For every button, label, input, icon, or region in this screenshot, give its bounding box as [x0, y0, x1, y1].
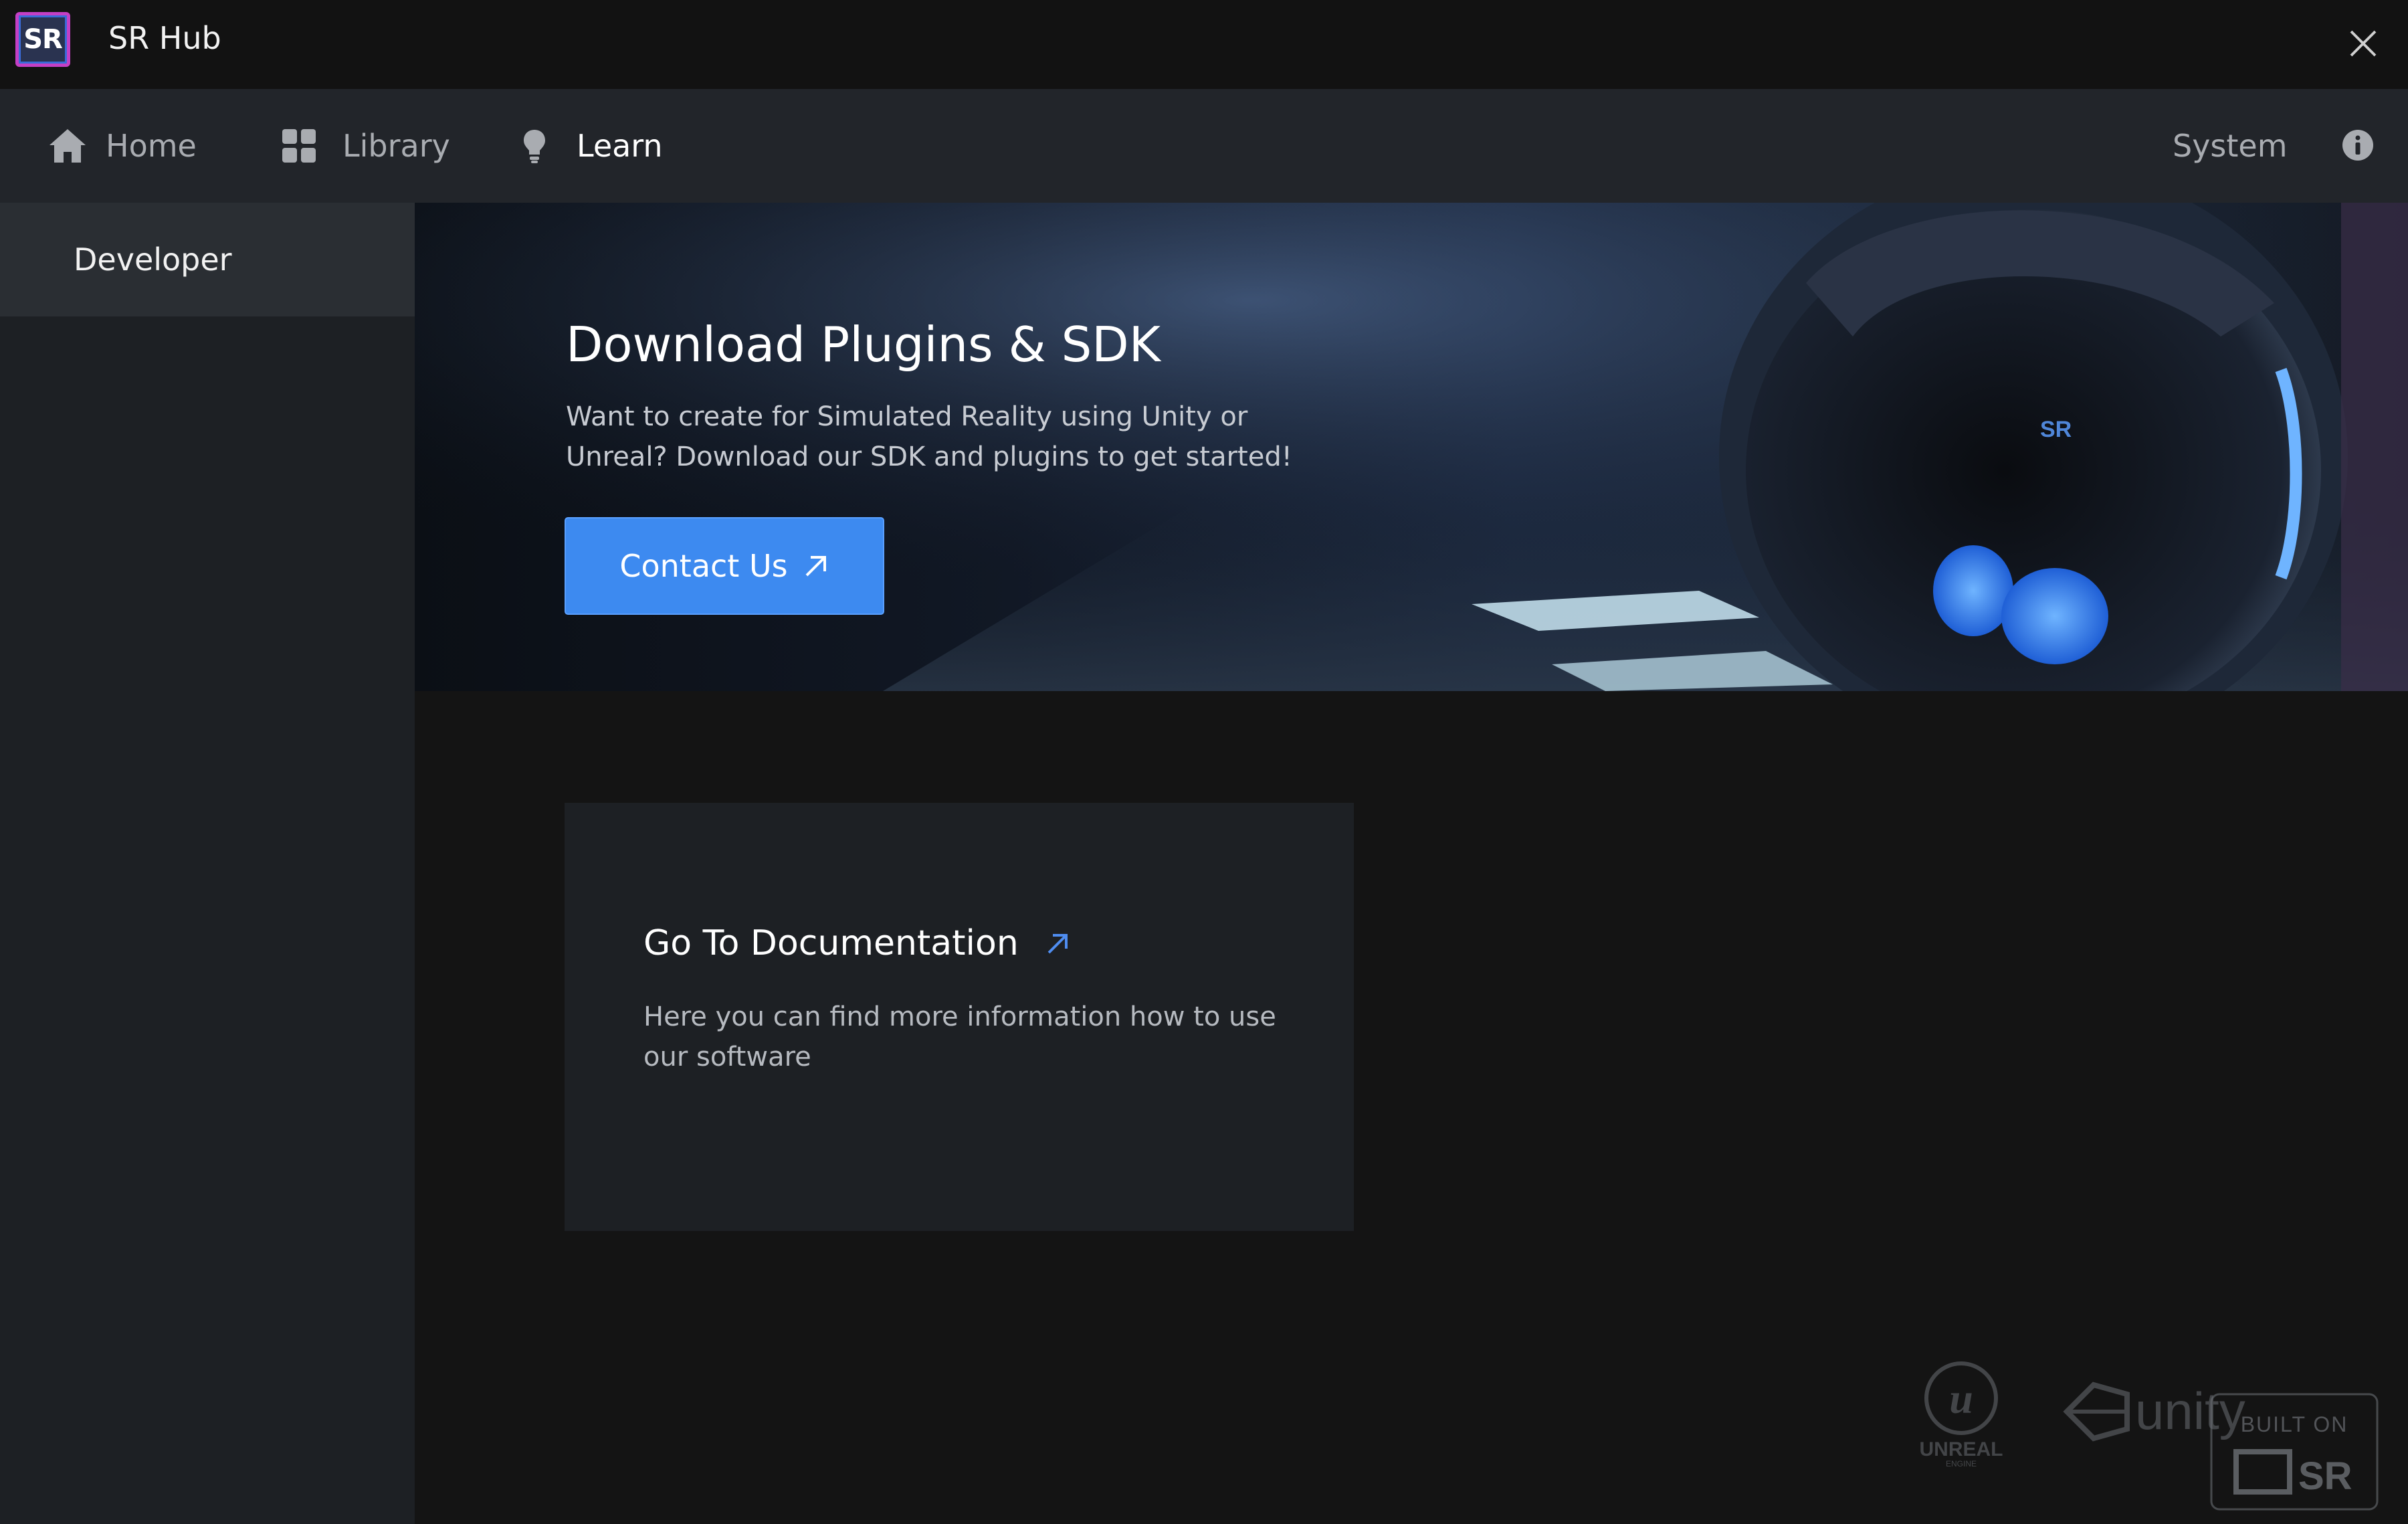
contact-us-button[interactable]: Contact Us	[565, 517, 884, 615]
unreal-sub-text: ENGINE	[1946, 1459, 1977, 1468]
robot-badge: SR	[2040, 417, 2072, 442]
unreal-engine-logo: u UNREAL ENGINE	[1920, 1361, 2003, 1468]
home-icon	[49, 129, 86, 163]
doc-title: Go To Documentation	[643, 923, 1019, 963]
documentation-card[interactable]: Go To Documentation Here you can find mo…	[565, 803, 1354, 1231]
unreal-text: UNREAL	[1920, 1438, 2003, 1460]
nav-item-library[interactable]: Library	[281, 89, 450, 203]
nav-item-label: System	[2173, 128, 2288, 164]
doc-title-row: Go To Documentation	[643, 923, 1071, 963]
external-link-icon	[1047, 934, 1068, 954]
doc-description: Here you can find more information how t…	[643, 1002, 1276, 1072]
info-button[interactable]	[2341, 128, 2375, 162]
nav-item-system[interactable]: System	[2173, 89, 2288, 203]
title-bar: SR SR Hub	[0, 0, 2408, 89]
hero-banner: SR Download Plugins & SDK Want to create…	[415, 203, 2408, 691]
svg-text:u: u	[1949, 1375, 1973, 1422]
sidebar: Developer	[0, 203, 415, 1524]
sidebar-item-label: Developer	[74, 242, 232, 278]
engine-logos: u UNREAL ENGINE unity BUILT ON SR	[1920, 1361, 2379, 1511]
app-title: SR Hub	[108, 20, 221, 56]
hero-title: Download Plugins & SDK	[566, 316, 1161, 373]
unity-logo: unity	[2063, 1382, 2245, 1442]
nav-item-label: Learn	[577, 128, 663, 164]
sidebar-item-developer[interactable]: Developer	[0, 203, 415, 316]
contact-us-label: Contact Us	[619, 548, 788, 584]
nav-item-label: Home	[106, 128, 197, 164]
lightbulb-icon	[524, 130, 545, 163]
app-logo: SR	[15, 12, 70, 67]
built-on-text: BUILT ON	[2241, 1412, 2348, 1436]
nav-item-learn[interactable]: Learn	[522, 89, 663, 203]
app-logo-text: SR	[23, 24, 63, 55]
top-nav: Home Library Learn System	[0, 89, 2408, 203]
close-button[interactable]	[2344, 25, 2382, 62]
nav-item-label: Library	[342, 128, 450, 164]
hero-description: Want to create for Simulated Reality usi…	[566, 401, 1292, 472]
unity-text: unity	[2135, 1382, 2245, 1440]
nav-item-home[interactable]: Home	[47, 89, 197, 203]
grid-icon	[282, 129, 316, 163]
external-link-icon	[805, 556, 826, 577]
sr-text: SR	[2298, 1454, 2352, 1498]
close-icon	[2350, 30, 2377, 57]
info-icon	[2342, 130, 2373, 161]
